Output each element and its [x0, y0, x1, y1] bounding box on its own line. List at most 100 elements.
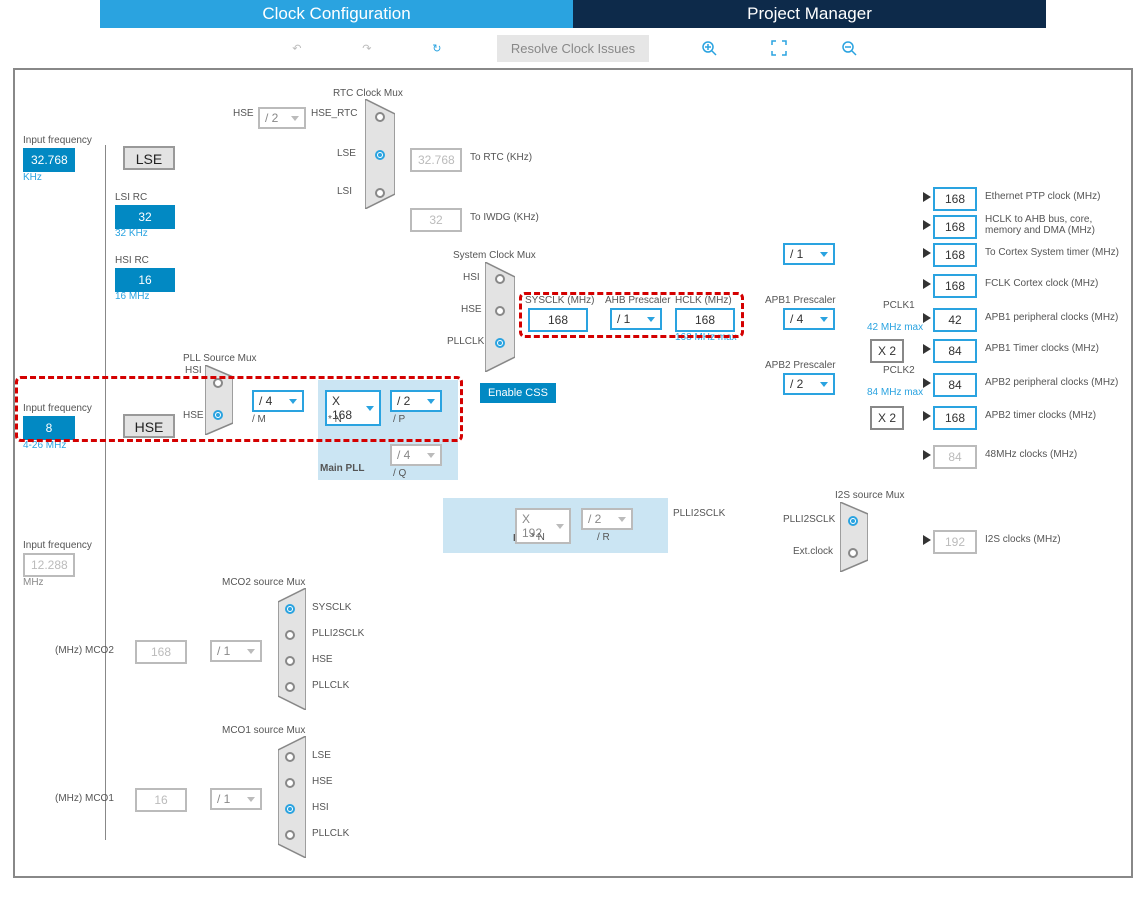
lbl-clk48: 48MHz clocks (MHz) [985, 449, 1077, 460]
fit-icon[interactable] [769, 38, 789, 58]
ahb-drop[interactable]: / 1 [610, 308, 662, 330]
hse-freq-input[interactable]: 8 [23, 416, 75, 440]
lse-freq-input[interactable]: 32.768 [23, 148, 75, 172]
mco2-r0[interactable] [285, 604, 295, 614]
lbl-pll-m: / M [252, 414, 266, 425]
fclk-val: 168 [933, 274, 977, 298]
lbl-hse-freq: Input frequency [23, 403, 92, 414]
mco1-r3[interactable] [285, 830, 295, 840]
lbl-rtc-lse: LSE [337, 148, 356, 159]
hclk-val[interactable]: 168 [675, 308, 735, 332]
refresh-icon[interactable]: ↻ [427, 38, 447, 58]
lbl-hsi-note: 16 MHz [115, 291, 149, 302]
lbl-pll-src: PLL Source Mux [183, 353, 257, 364]
tab-project-manager[interactable]: Project Manager [573, 0, 1046, 28]
rtc-radio-lsi[interactable] [375, 188, 385, 198]
lbl-pclk2: PCLK2 [883, 365, 915, 376]
lbl-apb1-t: APB1 Timer clocks (MHz) [985, 343, 1099, 354]
rtc-out: 32.768 [410, 148, 462, 172]
pll-radio-hse[interactable] [213, 410, 223, 420]
lbl-hsi: HSI RC [115, 255, 149, 266]
mco2-r1[interactable] [285, 630, 295, 640]
lbl-lsi: LSI RC [115, 192, 147, 203]
lbl-mco2: (MHz) MCO2 [55, 645, 114, 656]
apb2-div[interactable]: / 2 [783, 373, 835, 395]
apb2-p-val: 84 [933, 373, 977, 397]
mco1-val: 16 [135, 788, 187, 812]
lbl-apb1: APB1 Prescaler [765, 295, 836, 306]
sys-radio-hsi[interactable] [495, 274, 505, 284]
enable-css-button[interactable]: Enable CSS [480, 383, 556, 403]
lbl-sys-hsi: HSI [463, 272, 480, 283]
lbl-pclk1-max: 42 MHz max [867, 322, 923, 333]
lbl-hclk-max: 168 MHz max [675, 332, 737, 343]
rtc-radio-hse[interactable] [375, 112, 385, 122]
sysclk-val[interactable]: 168 [528, 308, 588, 332]
lbl-cortex: To Cortex System timer (MHz) [985, 247, 1119, 258]
toolbar: ↶ ↷ ↻ Resolve Clock Issues [0, 28, 1146, 68]
lbl-sys-mux: System Clock Mux [453, 250, 536, 261]
undo-icon[interactable]: ↶ [287, 38, 307, 58]
zoom-out-icon[interactable] [839, 38, 859, 58]
lbl-apb2-p: APB2 peripheral clocks (MHz) [985, 377, 1118, 388]
lbl-hse-unit: 4-26 MHz [23, 440, 66, 451]
mco1-r2[interactable] [285, 804, 295, 814]
lbl-eth: Ethernet PTP clock (MHz) [985, 191, 1100, 202]
sys-radio-pllclk[interactable] [495, 338, 505, 348]
tab-spacer-r [1046, 0, 1146, 28]
pll-src-mux [205, 365, 233, 435]
tab-spacer [0, 0, 100, 28]
lbl-pll-hsi: HSI [185, 365, 202, 376]
lbl-plli2s-n: * N [531, 532, 545, 543]
lbl-pclk1: PCLK1 [883, 300, 915, 311]
apb1-t-val: 84 [933, 339, 977, 363]
mco2-r2[interactable] [285, 656, 295, 666]
lbl-pll-p: / P [393, 414, 405, 425]
lbl-i2s-unit: MHz [23, 577, 44, 588]
mco1-r0[interactable] [285, 752, 295, 762]
lbl-plli2sclk: PLLI2SCLK [673, 508, 725, 519]
lbl-plli2s-r: / R [597, 532, 610, 543]
lbl-lse-unit: KHz [23, 172, 42, 183]
pll-m-drop[interactable]: / 4 [252, 390, 304, 412]
pll-q[interactable]: / 4 [390, 444, 442, 466]
i2s-radio-pll[interactable] [848, 516, 858, 526]
mco1-r1[interactable] [285, 778, 295, 788]
tab-clock-config[interactable]: Clock Configuration [100, 0, 573, 28]
plli2s-r[interactable]: / 2 [581, 508, 633, 530]
lbl-sysclk: SYSCLK (MHz) [525, 295, 594, 306]
hclk-ahb-val: 168 [933, 215, 977, 239]
mco1-div[interactable]: / 1 [210, 788, 262, 810]
resolve-clock-button[interactable]: Resolve Clock Issues [497, 35, 649, 62]
pll-p[interactable]: / 2 [390, 390, 442, 412]
i2s-radio-ext[interactable] [848, 548, 858, 558]
lbl-sys-pllclk: PLLCLK [447, 336, 484, 347]
sys-radio-hse[interactable] [495, 306, 505, 316]
mco2-opt3: PLLCLK [312, 680, 349, 691]
lbl-mco2-mux: MCO2 source Mux [222, 577, 305, 588]
mco1-opt1: HSE [312, 776, 333, 787]
lbl-pll-q: / Q [393, 468, 406, 479]
mco2-opt2: HSE [312, 654, 333, 665]
zoom-in-icon[interactable] [699, 38, 719, 58]
i2s-freq-input[interactable]: 12.288 [23, 553, 75, 577]
cortex-val: 168 [933, 243, 977, 267]
apb2-x2: X 2 [870, 406, 904, 430]
lbl-hclk: HCLK (MHz) [675, 295, 732, 306]
rtc-radio-lse[interactable] [375, 150, 385, 160]
lbl-lsi-note: 32 KHz [115, 228, 148, 239]
mco2-opt1: PLLI2SCLK [312, 628, 364, 639]
lbl-i2s-freq: Input frequency [23, 540, 92, 551]
hse-box: HSE [123, 414, 175, 438]
pll-radio-hsi[interactable] [213, 378, 223, 388]
cortex-div[interactable]: / 1 [783, 243, 835, 265]
redo-icon[interactable]: ↷ [357, 38, 377, 58]
lbl-rtc-mux: RTC Clock Mux [333, 88, 403, 99]
mco2-r3[interactable] [285, 682, 295, 692]
lbl-mco1: (MHz) MCO1 [55, 793, 114, 804]
lbl-pclk2-max: 84 MHz max [867, 387, 923, 398]
mco2-div[interactable]: / 1 [210, 640, 262, 662]
mco1-opt2: HSI [312, 802, 329, 813]
apb1-div[interactable]: / 4 [783, 308, 835, 330]
rtc-hse-div[interactable]: / 2 [258, 107, 306, 129]
